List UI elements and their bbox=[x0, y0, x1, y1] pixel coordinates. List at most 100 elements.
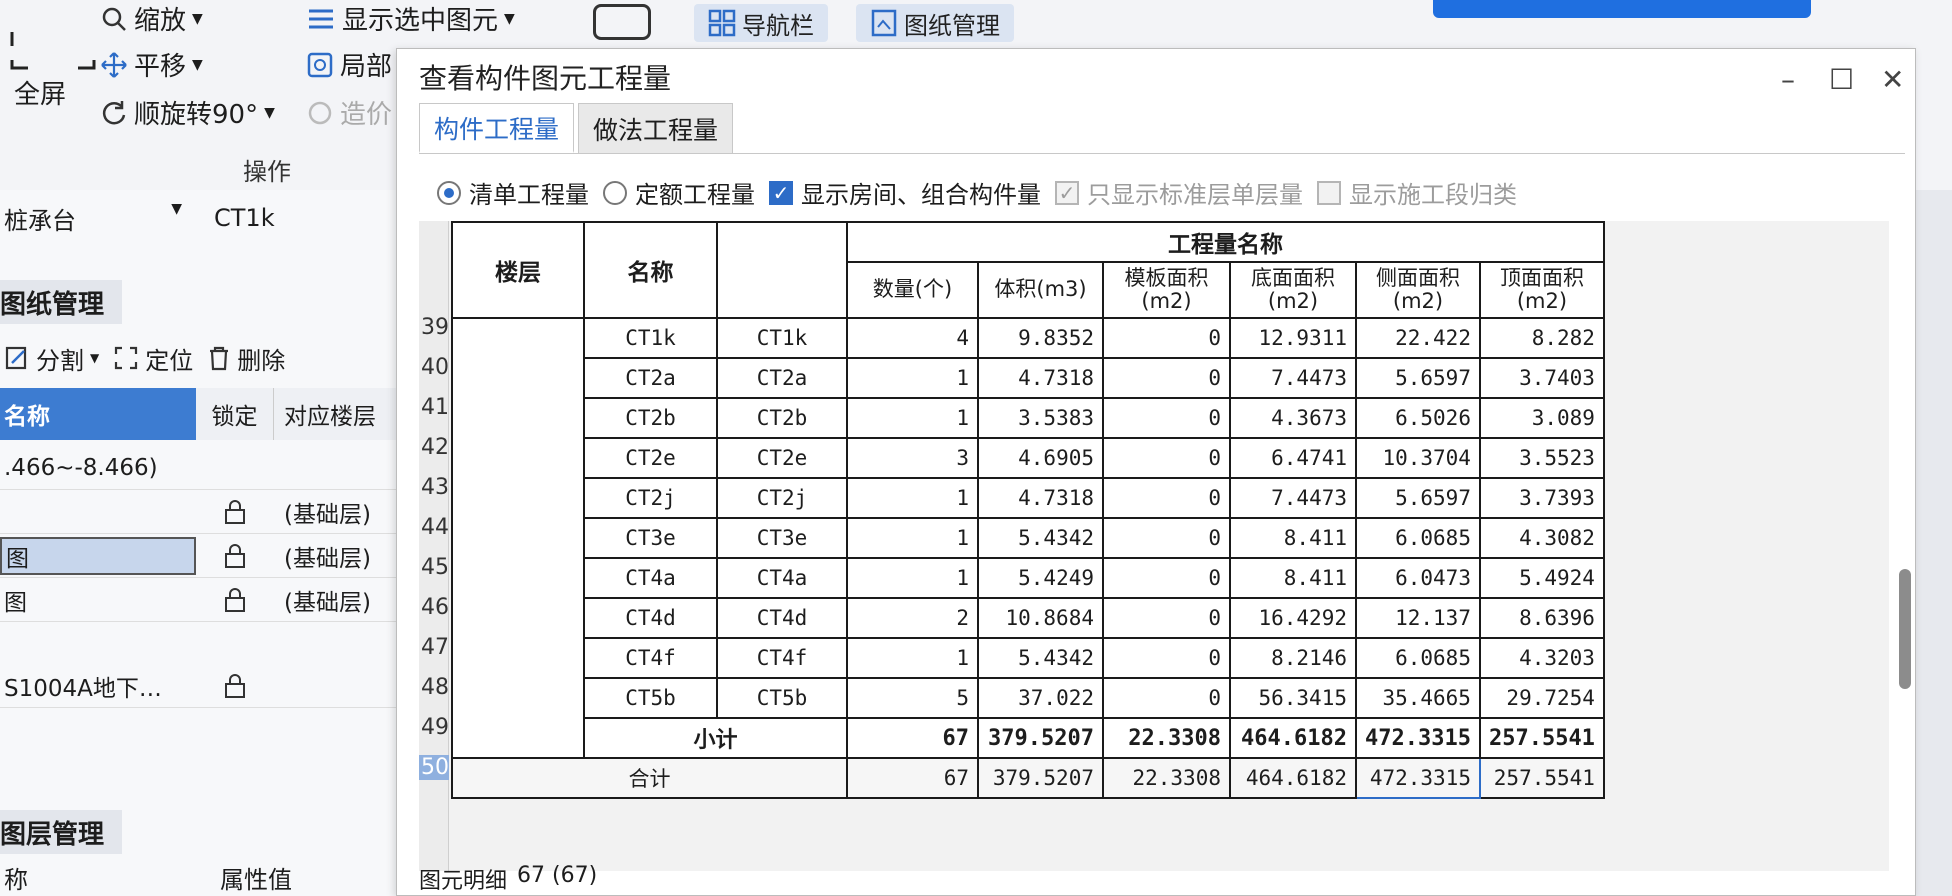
cell-bottom[interactable]: 16.4292 bbox=[1229, 597, 1357, 639]
header-name[interactable]: 名称 bbox=[583, 221, 718, 319]
range-row[interactable]: .466~-8.466) bbox=[0, 446, 396, 490]
cell-top[interactable]: 4.3203 bbox=[1478, 637, 1605, 679]
cell-volume[interactable]: 37.022 bbox=[977, 677, 1104, 719]
rotate-button[interactable]: 顺旋转90° ▼ bbox=[100, 94, 275, 131]
zoom-button[interactable]: 缩放 ▼ bbox=[100, 0, 203, 37]
cell-count[interactable]: 1 bbox=[846, 557, 979, 599]
header-top-area[interactable]: 顶面面积(m2) bbox=[1478, 261, 1605, 319]
checkbox-show-stage[interactable]: ✓ 显示施工段归类 bbox=[1317, 175, 1517, 210]
table-row[interactable]: CT1k CT1k 4 9.8352 0 12.9311 22.422 8.28… bbox=[451, 317, 1605, 759]
cell-top[interactable]: 5.4924 bbox=[1478, 557, 1605, 599]
header-bottom-area[interactable]: 底面面积(m2) bbox=[1229, 261, 1357, 319]
cell-top[interactable]: 3.7403 bbox=[1478, 357, 1605, 399]
total-volume[interactable]: 379.5207 bbox=[977, 757, 1104, 799]
cell-volume[interactable]: 4.7318 bbox=[977, 357, 1104, 399]
radio-selected-icon[interactable] bbox=[437, 180, 461, 205]
cell-bottom[interactable]: 4.3673 bbox=[1229, 397, 1357, 439]
cell-side[interactable]: 5.6597 bbox=[1355, 357, 1481, 399]
cell-formwork[interactable]: 0 bbox=[1102, 637, 1231, 679]
cell-count[interactable]: 4 bbox=[846, 317, 979, 359]
total-side-selected[interactable]: 472.3315 bbox=[1355, 757, 1481, 799]
table-row[interactable]: CT5b CT5b 5 37.022 0 56.3415 35.4665 29.… bbox=[452, 677, 1605, 719]
col-lock[interactable]: 锁定 bbox=[196, 388, 274, 440]
radio-list-qty[interactable]: 清单工程量 bbox=[437, 175, 589, 210]
header-formwork-area[interactable]: 模板面积(m2) bbox=[1102, 261, 1231, 319]
cell-formwork[interactable]: 0 bbox=[1102, 437, 1231, 479]
lock-icon[interactable] bbox=[223, 543, 247, 569]
total-count[interactable]: 67 bbox=[846, 757, 979, 799]
nav-bar-button[interactable]: 导航栏 bbox=[694, 4, 828, 42]
row-number[interactable]: 41 bbox=[419, 395, 449, 420]
cell-bottom[interactable]: 7.4473 bbox=[1229, 477, 1357, 519]
cell-count[interactable]: 2 bbox=[846, 597, 979, 639]
cell-formwork[interactable]: 0 bbox=[1102, 557, 1231, 599]
subtotal-side[interactable]: 472.3315 bbox=[1355, 717, 1481, 759]
table-row[interactable]: CT2a CT2a 1 4.7318 0 7.4473 5.6597 3.740… bbox=[452, 357, 1605, 399]
table-row[interactable]: CT4d CT4d 2 10.8684 0 16.4292 12.137 8.6… bbox=[452, 597, 1605, 639]
subtotal-volume[interactable]: 379.5207 bbox=[977, 717, 1104, 759]
list-item[interactable]: (基础层) bbox=[0, 490, 396, 534]
split-button[interactable]: 分割 ▼ bbox=[0, 341, 99, 376]
checkbox-disabled-icon[interactable]: ✓ bbox=[1055, 180, 1079, 205]
cell-side[interactable]: 35.4665 bbox=[1355, 677, 1481, 719]
cell-top[interactable]: 3.5523 bbox=[1478, 437, 1605, 479]
close-icon[interactable]: ✕ bbox=[1881, 63, 1904, 96]
subtotal-row[interactable]: 小计 67 379.5207 22.3308 464.6182 472.3315… bbox=[452, 717, 1605, 759]
row-number[interactable]: 46 bbox=[419, 595, 449, 620]
subtotal-formwork[interactable]: 22.3308 bbox=[1102, 717, 1231, 759]
total-row[interactable]: 合计 67 379.5207 22.3308 464.6182 472.3315… bbox=[451, 757, 1605, 799]
cell-formwork[interactable]: 0 bbox=[1102, 597, 1231, 639]
total-top[interactable]: 257.5541 bbox=[1478, 757, 1605, 799]
checkbox-checked-icon[interactable]: ✓ bbox=[769, 180, 793, 205]
cell-side[interactable]: 6.5026 bbox=[1355, 397, 1481, 439]
header-side-area[interactable]: 侧面面积(m2) bbox=[1355, 261, 1481, 319]
table-row[interactable]: CT2b CT2b 1 3.5383 0 4.3673 6.5026 3.089 bbox=[452, 397, 1605, 439]
checkbox-std-floor[interactable]: ✓ 只显示标准层单层量 bbox=[1055, 175, 1303, 210]
delete-button[interactable]: 删除 bbox=[207, 341, 285, 376]
cell-top[interactable]: 3.7393 bbox=[1478, 477, 1605, 519]
cell-name[interactable]: CT2b bbox=[583, 397, 718, 439]
lock-icon[interactable] bbox=[223, 587, 247, 613]
cell-name2[interactable]: CT1k bbox=[716, 317, 848, 359]
col-floor[interactable]: 对应楼层 bbox=[274, 388, 396, 440]
component-selector[interactable]: 桩承台 ▼ CT1k bbox=[0, 196, 396, 240]
cell-name2[interactable]: CT2e bbox=[716, 437, 848, 479]
cell-name[interactable]: CT2j bbox=[583, 477, 718, 519]
header-qty-group[interactable]: 工程量名称 bbox=[846, 221, 1605, 263]
pan-button[interactable]: 平移 ▼ bbox=[100, 46, 203, 83]
col-name[interactable]: 名称 bbox=[0, 388, 196, 440]
cost-button[interactable]: 造价 bbox=[306, 94, 392, 131]
table-row[interactable]: CT4a CT4a 1 5.4249 0 8.411 6.0473 5.4924 bbox=[452, 557, 1605, 599]
cell-formwork[interactable]: 0 bbox=[1102, 517, 1231, 559]
view-toggle-icon[interactable] bbox=[593, 4, 651, 40]
cell-bottom[interactable]: 8.411 bbox=[1229, 517, 1357, 559]
cell-name[interactable]: CT4f bbox=[583, 637, 718, 679]
cell-formwork[interactable]: 0 bbox=[1102, 477, 1231, 519]
table-row[interactable]: CT2j CT2j 1 4.7318 0 7.4473 5.6597 3.739… bbox=[452, 477, 1605, 519]
cell-name2[interactable]: CT2b bbox=[716, 397, 848, 439]
cell-top[interactable]: 8.6396 bbox=[1478, 597, 1605, 639]
cell-bottom[interactable]: 6.4741 bbox=[1229, 437, 1357, 479]
cell-bottom[interactable]: 8.411 bbox=[1229, 557, 1357, 599]
row-number[interactable]: 49 bbox=[419, 715, 449, 740]
cell-bottom[interactable]: 12.9311 bbox=[1229, 317, 1357, 359]
cell-name[interactable]: CT1k bbox=[583, 317, 718, 359]
cell-volume[interactable]: 9.8352 bbox=[977, 317, 1104, 359]
cell-side[interactable]: 6.0685 bbox=[1355, 637, 1481, 679]
row-number[interactable]: 45 bbox=[419, 555, 449, 580]
fullscreen-button[interactable] bbox=[8, 30, 98, 70]
maximize-icon[interactable]: ☐ bbox=[1829, 63, 1854, 96]
cell-formwork[interactable]: 0 bbox=[1102, 357, 1231, 399]
cell-formwork[interactable]: 0 bbox=[1102, 317, 1231, 359]
table-row[interactable]: CT2e CT2e 3 4.6905 0 6.4741 10.3704 3.55… bbox=[452, 437, 1605, 479]
list-item[interactable]: 图 (基础层) bbox=[0, 578, 396, 622]
cell-side[interactable]: 10.3704 bbox=[1355, 437, 1481, 479]
cell-count[interactable]: 1 bbox=[846, 477, 979, 519]
cell-name2[interactable]: CT2j bbox=[716, 477, 848, 519]
cell-top[interactable]: 8.282 bbox=[1478, 317, 1605, 359]
tab-layer-mgmt[interactable]: 图层管理 bbox=[0, 810, 123, 854]
cell-count[interactable]: 1 bbox=[846, 357, 979, 399]
tab-method-qty[interactable]: 做法工程量 bbox=[578, 103, 734, 153]
locate-button[interactable]: 定位 bbox=[113, 341, 193, 376]
header-floor[interactable]: 楼层 bbox=[451, 221, 585, 319]
